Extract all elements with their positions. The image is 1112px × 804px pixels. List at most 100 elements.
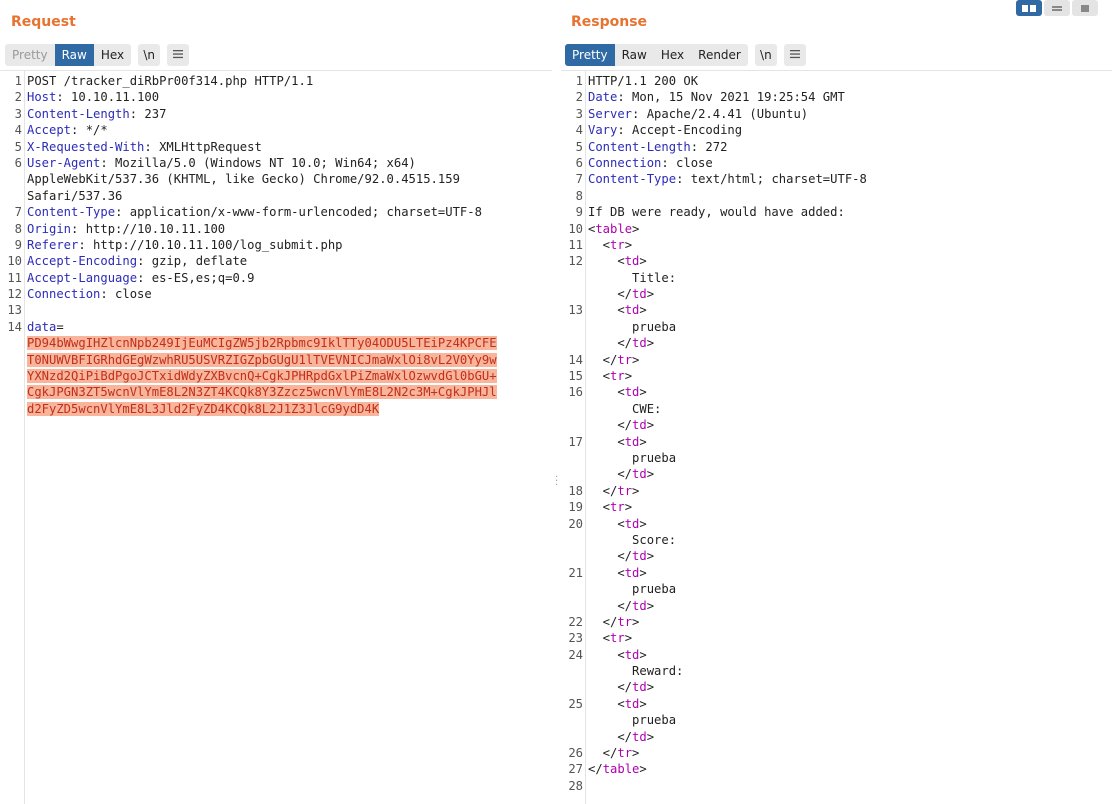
line-text: </tr> [588, 483, 640, 499]
html-tag: td [624, 254, 640, 269]
code-text: </ [588, 418, 633, 433]
code-line: 9 If DB were ready, would have added: [561, 204, 1112, 220]
header-key: User-Agent [27, 155, 101, 170]
code-line: </td> [561, 548, 1112, 564]
code-line: 1 HTTP/1.1 200 OK [561, 73, 1112, 89]
tab-pretty[interactable]: Pretty [565, 44, 615, 66]
code-text: </ [588, 352, 618, 367]
code-text: > [646, 336, 655, 351]
code-line: d2FyZD5wcnVlYmE8L3Jld2FyZD4KCQk8L2J1Z3Jl… [0, 401, 552, 417]
code-text: > [639, 254, 647, 269]
line-text: <td> [588, 302, 646, 318]
line-text: <td> [588, 253, 647, 269]
code-text: : 272 [690, 139, 728, 154]
code-line: CWE: [561, 401, 1112, 417]
line-text: POST /tracker_diRbPr00f314.php HTTP/1.1 [27, 73, 313, 89]
code-text: > [646, 549, 655, 564]
code-text: </ [588, 287, 633, 302]
header-value: : close [100, 287, 152, 302]
show-newlines-button[interactable]: \n [754, 44, 777, 66]
header-value: AppleWebKit/537.36 (KHTML, like Gecko) C… [27, 172, 460, 187]
line-number: 23 [568, 631, 583, 646]
tab-raw[interactable]: Raw [615, 44, 654, 66]
code-line: 13 [0, 302, 552, 318]
html-tag: td [632, 729, 647, 744]
line-text: Host: 10.10.11.100 [27, 89, 159, 105]
line-number: 3 [14, 106, 22, 121]
line-text: <td> [588, 516, 646, 532]
code-text: </ [588, 614, 618, 629]
line-number: 3 [575, 106, 583, 121]
hamburger-menu-icon[interactable] [167, 44, 190, 66]
code-text: </ [588, 483, 618, 498]
line-number: 12 [568, 254, 583, 269]
line-number: 14 [7, 319, 22, 334]
response-code: 1 HTTP/1.1 200 OK 2 Date: Mon, 15 Nov 2021 … [561, 73, 1112, 794]
tab-raw[interactable]: Raw [54, 44, 94, 66]
line-text: d2FyZD5wcnVlYmE8L3Jld2FyZD4KCQk8L2J1Z3Jl… [27, 401, 380, 417]
code-line: 17 <td> [561, 434, 1112, 450]
line-text: Vary: Accept-Encoding [588, 122, 742, 138]
html-tag: tr [610, 500, 625, 515]
line-text: <td> [588, 565, 646, 581]
hamburger-menu-icon[interactable] [783, 44, 806, 66]
show-newlines-button[interactable]: \n [138, 44, 161, 66]
header-value: : Mozilla/5.0 (Windows NT 10.0; Win64; x… [100, 155, 416, 170]
code-line: 22 </tr> [561, 614, 1112, 630]
code-text: < [588, 631, 611, 646]
header-value: : 237 [129, 106, 167, 121]
line-number: 4 [575, 123, 583, 138]
line-text: <tr> [588, 499, 632, 515]
line-number: 2 [14, 90, 22, 105]
code-text: prueba [588, 319, 677, 334]
line-text: Accept-Language: es-ES,es;q=0.9 [27, 270, 254, 286]
pane-divider[interactable]: · · · [552, 0, 561, 804]
code-line: 1 POST /tracker_diRbPr00f314.php HTTP/1.1 [0, 73, 552, 89]
code-line: prueba [561, 581, 1112, 597]
line-number: 13 [568, 303, 583, 318]
response-editor[interactable]: 1 HTTP/1.1 200 OK 2 Date: Mon, 15 Nov 2021 … [561, 70, 1112, 804]
code-line: 25 <td> [561, 696, 1112, 712]
tab-pretty[interactable]: Pretty [5, 44, 55, 66]
code-line: Reward: [561, 663, 1112, 679]
line-text: </td> [588, 679, 654, 695]
code-text: > [646, 729, 655, 744]
line-number: 4 [14, 123, 22, 138]
header-value: : es-ES,es;q=0.9 [137, 270, 255, 285]
tab-hex[interactable]: Hex [654, 44, 691, 66]
line-number: 2 [575, 90, 583, 105]
header-key: Connection [588, 155, 662, 170]
header-value: = [56, 319, 64, 334]
html-tag: tr [617, 614, 633, 629]
line-number: 27 [568, 762, 583, 777]
line-text: Content-Length: 237 [27, 106, 166, 122]
code-line: 4 Vary: Accept-Encoding [561, 122, 1112, 138]
highlighted-payload: PD94bWwgIHZlcnNpb249IjEuMCIgZW5jb2Rpbmc9… [27, 336, 497, 351]
header-value: : gzip, deflate [137, 254, 248, 269]
line-text: Referer: http://10.10.11.100/log_submit.… [27, 237, 343, 253]
header-key: Content-Length [27, 106, 130, 121]
line-text: Reward: [588, 663, 683, 679]
tab-render[interactable]: Render [691, 44, 748, 66]
code-line: </td> [561, 679, 1112, 695]
line-number: 8 [14, 221, 22, 236]
header-key: X-Requested-With [27, 139, 145, 154]
html-tag: td [632, 418, 647, 433]
code-line: 8 [561, 188, 1112, 204]
request-editor[interactable]: 1 POST /tracker_diRbPr00f314.php HTTP/1.1… [0, 70, 552, 804]
line-text: </tr> [588, 745, 640, 761]
html-tag: td [624, 303, 640, 318]
request-view-tabs: Pretty Raw Hex [5, 44, 132, 66]
code-text: : Accept-Encoding [617, 123, 743, 138]
code-text: > [639, 762, 647, 777]
html-tag: td [632, 287, 647, 302]
code-line: 12 <td> [561, 253, 1112, 269]
drag-handle-icon[interactable]: · · · [555, 473, 558, 491]
html-tag: table [602, 762, 640, 777]
code-line: 26 </tr> [561, 745, 1112, 761]
highlighted-payload: CgkJPGN3ZT5wcnVlYmE8L2N3ZT4KCQk8Y3Zzcz5w… [27, 385, 497, 400]
line-text: <td> [588, 384, 646, 400]
code-text: > [632, 746, 640, 761]
line-text: Score: [588, 532, 676, 548]
tab-hex[interactable]: Hex [94, 44, 131, 66]
